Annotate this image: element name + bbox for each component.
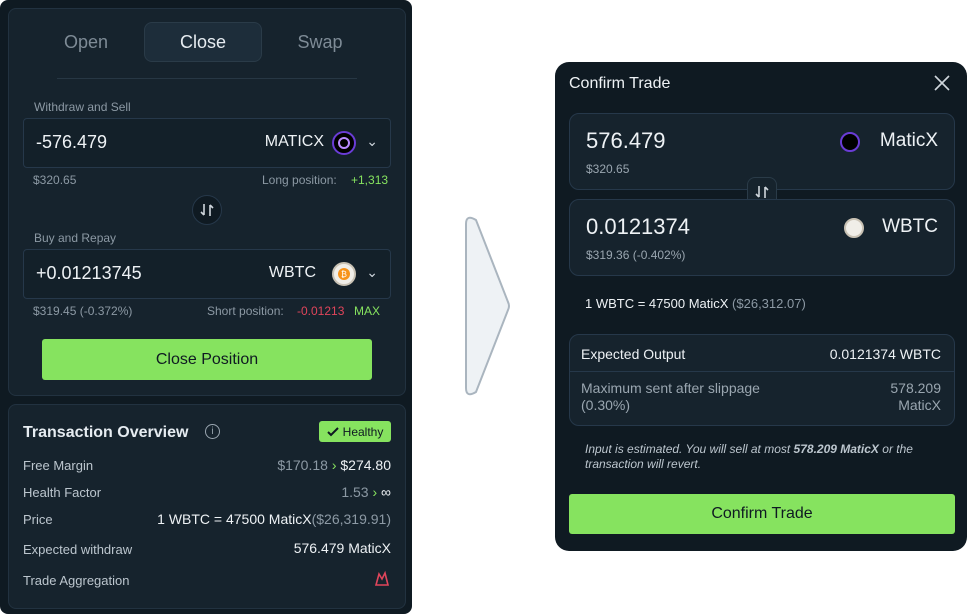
price-usd: ($26,319.91)	[311, 511, 391, 527]
tabs-divider	[57, 78, 357, 79]
withdraw-amount-input[interactable]: -576.479	[36, 132, 107, 153]
expected-withdraw-value: 576.479 MaticX	[293, 540, 391, 556]
repay-usd: $319.45 (-0.372%)	[33, 304, 133, 318]
from-amount: 576.479	[586, 128, 666, 153]
health-factor-label: Health Factor	[23, 485, 102, 500]
chevron-down-icon[interactable]: ⌄	[366, 133, 378, 150]
max-sent-label: Maximum sent after slippage (0.30%)	[581, 380, 760, 413]
check-icon	[326, 426, 339, 436]
price-label: Price	[23, 512, 53, 527]
repay-field[interactable]: +0.01213745 WBTC ₿ ⌄	[23, 249, 391, 299]
free-margin-label: Free Margin	[23, 458, 94, 473]
free-margin-old: $170.18	[277, 457, 328, 473]
to-amount: 0.0121374	[586, 214, 690, 239]
expected-output-label: Expected Output	[581, 346, 686, 362]
swap-direction-button[interactable]	[192, 195, 222, 225]
chevron-right-icon: ›	[331, 457, 337, 473]
expected-withdraw-label: Expected withdraw	[23, 542, 133, 557]
tab-open[interactable]: Open	[28, 22, 144, 62]
expected-output-value: 0.0121374 WBTC	[829, 346, 941, 362]
to-token: WBTC	[882, 216, 938, 237]
note-amount: 578.209 MaticX	[793, 442, 879, 456]
long-position-label: Long position:	[262, 173, 337, 187]
confirm-trade-button[interactable]: Confirm Trade	[569, 494, 955, 534]
to-token-box: 0.0121374 $319.36 (-0.402%) WBTC	[569, 199, 955, 276]
withdraw-token-label: MATICX	[264, 133, 324, 150]
wbtc-icon	[844, 218, 864, 238]
short-position-label: Short position:	[207, 304, 284, 318]
repay-token-label: WBTC	[268, 264, 316, 281]
health-factor-new: ∞	[381, 484, 391, 500]
free-margin-value: $170.18 › $274.80	[277, 457, 391, 473]
exchange-rate-usd: ($26,312.07)	[732, 296, 806, 311]
tab-swap[interactable]: Swap	[262, 22, 378, 62]
withdraw-usd: $320.65	[33, 173, 77, 187]
health-factor-old: 1.53	[341, 484, 369, 500]
note-prefix: Input is estimated. You will sell at mos…	[585, 442, 794, 456]
max-sent-value: 578.209 MaticX	[890, 380, 941, 413]
from-usd: $320.65	[586, 162, 630, 176]
short-position-value: -0.01213	[297, 304, 345, 318]
close-position-button[interactable]: Close Position	[42, 339, 372, 380]
trade-tabs: Open Close Swap	[28, 22, 378, 62]
price-rate: 1 WBTC = 47500 MaticX	[157, 511, 312, 527]
exchange-rate-value: 1 WBTC = 47500 MaticX	[585, 296, 729, 311]
withdraw-field[interactable]: -576.479 MATICX ⌄	[23, 118, 391, 168]
divider	[569, 371, 955, 372]
svg-text:₿: ₿	[341, 270, 347, 279]
chevron-right-icon: ›	[372, 484, 378, 500]
close-icon[interactable]	[932, 74, 952, 94]
repay-label: Buy and Repay	[34, 231, 117, 245]
withdraw-label: Withdraw and Sell	[34, 100, 131, 114]
free-margin-new: $274.80	[340, 457, 391, 473]
repay-amount-input[interactable]: +0.01213745	[36, 263, 142, 284]
maticx-icon	[840, 132, 860, 152]
from-token: MaticX	[879, 130, 938, 151]
maticx-icon	[332, 131, 356, 155]
aggregator-logo-icon	[373, 570, 391, 588]
trade-aggregation-label: Trade Aggregation	[23, 573, 130, 588]
wbtc-icon: ₿	[332, 262, 356, 286]
slippage-note: Input is estimated. You will sell at mos…	[585, 442, 945, 472]
status-badge: Healthy	[319, 421, 391, 442]
chevron-down-icon[interactable]: ⌄	[366, 264, 378, 281]
info-icon[interactable]: i	[205, 424, 220, 439]
swap-arrows-icon	[200, 204, 214, 216]
flow-arrow-icon	[465, 216, 510, 396]
to-usd: $319.36 (-0.402%)	[586, 248, 686, 262]
tab-close[interactable]: Close	[144, 22, 262, 62]
overview-title: Transaction Overview	[23, 424, 189, 441]
max-button[interactable]: MAX	[354, 304, 380, 318]
price-value: 1 WBTC = 47500 MaticX($26,319.91)	[157, 511, 391, 527]
health-factor-value: 1.53 › ∞	[341, 484, 391, 500]
long-position-value: +1,313	[351, 173, 389, 187]
exchange-rate: 1 WBTC = 47500 MaticX ($26,312.07)	[585, 296, 806, 311]
status-badge-label: Healthy	[342, 424, 384, 439]
modal-title: Confirm Trade	[569, 75, 671, 92]
